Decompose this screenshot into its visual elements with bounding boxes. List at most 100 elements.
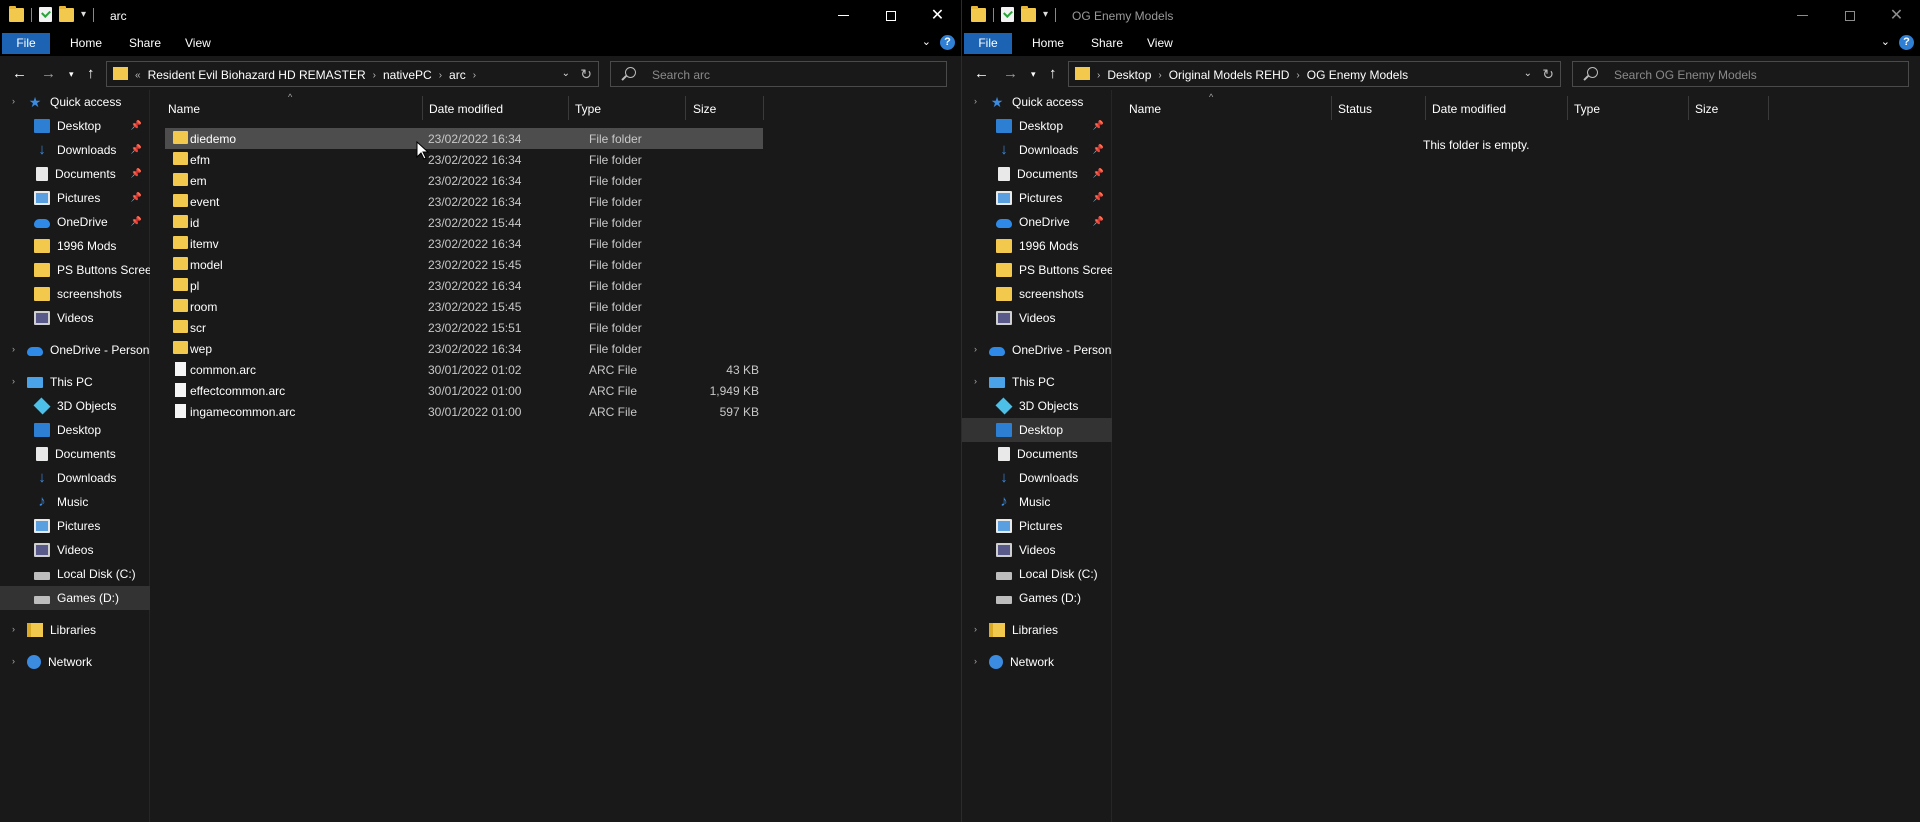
- column-name[interactable]: Name: [1129, 102, 1161, 116]
- column-divider[interactable]: [685, 96, 686, 120]
- customize-toolbar-icon[interactable]: ▾: [1043, 9, 1048, 20]
- back-arrow-icon[interactable]: ←: [974, 65, 989, 82]
- nav-3d-objects[interactable]: 3D Objects: [0, 394, 150, 418]
- pin-icon[interactable]: 📌: [1093, 216, 1104, 227]
- nav-documents[interactable]: Documents 📌: [0, 162, 150, 186]
- refresh-icon[interactable]: ↻: [1542, 66, 1554, 83]
- pin-icon[interactable]: 📌: [1093, 168, 1104, 179]
- nav-network[interactable]: › Network: [962, 650, 1112, 674]
- pin-icon[interactable]: 📌: [131, 168, 142, 179]
- nav-videos[interactable]: Videos: [962, 306, 1112, 330]
- nav-quick-access[interactable]: › ★ Quick access: [0, 90, 150, 114]
- close-button[interactable]: ✕: [914, 0, 961, 31]
- nav-pc-pictures[interactable]: Pictures: [962, 514, 1112, 538]
- forward-arrow-icon[interactable]: →: [41, 65, 56, 82]
- nav-pc-videos[interactable]: Videos: [0, 538, 150, 562]
- nav-pc-documents[interactable]: Documents: [0, 442, 150, 466]
- nav-local-disk-c[interactable]: Local Disk (C:): [0, 562, 150, 586]
- chevron-right-icon[interactable]: ›: [974, 376, 977, 386]
- chevron-right-icon[interactable]: ›: [974, 96, 977, 106]
- column-date[interactable]: Date modified: [429, 102, 503, 116]
- pin-icon[interactable]: 📌: [1093, 144, 1104, 155]
- chevron-right-icon[interactable]: ›: [12, 376, 15, 386]
- help-icon[interactable]: ?: [1899, 35, 1914, 50]
- chevron-down-icon[interactable]: ⌄: [1881, 35, 1890, 48]
- nav-3d-objects[interactable]: 3D Objects: [962, 394, 1112, 418]
- nav-this-pc[interactable]: › This PC: [0, 370, 150, 394]
- forward-arrow-icon[interactable]: →: [1003, 65, 1018, 82]
- tab-share[interactable]: Share: [129, 33, 161, 54]
- nav-screenshots[interactable]: screenshots: [0, 282, 150, 306]
- nav-pc-downloads[interactable]: ↓ Downloads: [0, 466, 150, 490]
- file-row[interactable]: effectcommon.arc 30/01/2022 01:00 ARC File…: [165, 380, 763, 401]
- nav-pc-desktop[interactable]: Desktop: [962, 418, 1112, 442]
- recent-locations-icon[interactable]: ▾: [69, 69, 74, 80]
- up-arrow-icon[interactable]: ↑: [1049, 65, 1057, 82]
- breadcrumb-item[interactable]: OG Enemy Models: [1307, 68, 1408, 82]
- column-type[interactable]: Type: [575, 102, 601, 116]
- chevron-down-icon[interactable]: ⌄: [922, 35, 931, 48]
- nav-onedrive[interactable]: OneDrive 📌: [0, 210, 150, 234]
- nav-music[interactable]: ♪ Music: [0, 490, 150, 514]
- nav-pictures[interactable]: Pictures 📌: [962, 186, 1112, 210]
- nav-local-disk-c[interactable]: Local Disk (C:): [962, 562, 1112, 586]
- new-folder-icon[interactable]: [1021, 5, 1036, 22]
- tab-share[interactable]: Share: [1091, 33, 1123, 54]
- column-divider[interactable]: [1768, 96, 1769, 120]
- breadcrumb-item[interactable]: Resident Evil Biohazard HD REMASTER: [148, 68, 366, 82]
- nav-videos[interactable]: Videos: [0, 306, 150, 330]
- properties-icon[interactable]: [39, 7, 52, 22]
- column-date[interactable]: Date modified: [1432, 102, 1506, 116]
- column-name[interactable]: Name: [168, 102, 200, 116]
- minimize-button[interactable]: [1779, 0, 1826, 31]
- address-bar[interactable]: « Resident Evil Biohazard HD REMASTER › …: [106, 61, 599, 87]
- file-row[interactable]: wep 23/02/2022 16:34 File folder: [165, 338, 763, 359]
- nav-games-d[interactable]: Games (D:): [962, 586, 1112, 610]
- customize-toolbar-icon[interactable]: ▾: [81, 9, 86, 20]
- breadcrumb-item[interactable]: Original Models REHD: [1169, 68, 1290, 82]
- column-divider[interactable]: [1688, 96, 1689, 120]
- file-row[interactable]: diedemo 23/02/2022 16:34 File folder: [165, 128, 763, 149]
- nav-1996-mods[interactable]: 1996 Mods: [0, 234, 150, 258]
- column-status[interactable]: Status: [1338, 102, 1372, 116]
- file-row[interactable]: event 23/02/2022 16:34 File folder: [165, 191, 763, 212]
- nav-desktop[interactable]: Desktop 📌: [0, 114, 150, 138]
- column-divider[interactable]: [1425, 96, 1426, 120]
- file-row[interactable]: pl 23/02/2022 16:34 File folder: [165, 275, 763, 296]
- column-size[interactable]: Size: [1695, 102, 1718, 116]
- title-bar[interactable]: ▾ OG Enemy Models ✕: [962, 0, 1920, 31]
- nav-quick-access[interactable]: › ★ Quick access: [962, 90, 1112, 114]
- column-size[interactable]: Size: [693, 102, 716, 116]
- nav-pc-pictures[interactable]: Pictures: [0, 514, 150, 538]
- properties-icon[interactable]: [1001, 7, 1014, 22]
- breadcrumb-overflow[interactable]: «: [135, 70, 141, 81]
- chevron-right-icon[interactable]: ›: [473, 70, 476, 81]
- chevron-right-icon[interactable]: ›: [974, 624, 977, 634]
- nav-games-d[interactable]: Games (D:): [0, 586, 150, 610]
- nav-this-pc[interactable]: › This PC: [962, 370, 1112, 394]
- pin-icon[interactable]: 📌: [1093, 192, 1104, 203]
- chevron-down-icon[interactable]: ⌄: [1524, 68, 1532, 79]
- nav-libraries[interactable]: › Libraries: [0, 618, 150, 642]
- file-row[interactable]: id 23/02/2022 15:44 File folder: [165, 212, 763, 233]
- up-arrow-icon[interactable]: ↑: [87, 65, 95, 82]
- file-row[interactable]: common.arc 30/01/2022 01:02 ARC File 43 KB: [165, 359, 763, 380]
- nav-desktop[interactable]: Desktop 📌: [962, 114, 1112, 138]
- nav-1996-mods[interactable]: 1996 Mods: [962, 234, 1112, 258]
- chevron-right-icon[interactable]: ›: [974, 344, 977, 354]
- file-row[interactable]: model 23/02/2022 15:45 File folder: [165, 254, 763, 275]
- column-divider[interactable]: [763, 96, 764, 120]
- chevron-right-icon[interactable]: ›: [373, 70, 376, 81]
- file-row[interactable]: ingamecommon.arc 30/01/2022 01:00 ARC File…: [165, 401, 763, 422]
- chevron-right-icon[interactable]: ›: [1097, 70, 1100, 81]
- tab-view[interactable]: View: [1147, 33, 1173, 54]
- chevron-right-icon[interactable]: ›: [12, 344, 15, 354]
- chevron-right-icon[interactable]: ›: [1296, 70, 1299, 81]
- column-divider[interactable]: [1331, 96, 1332, 120]
- nav-network[interactable]: › Network: [0, 650, 150, 674]
- nav-ps-buttons[interactable]: PS Buttons Screenshots: [0, 258, 150, 282]
- nav-onedrive-personal[interactable]: › OneDrive - Personal: [962, 338, 1112, 362]
- chevron-right-icon[interactable]: ›: [12, 656, 15, 666]
- chevron-down-icon[interactable]: ⌄: [562, 68, 570, 79]
- column-divider[interactable]: [568, 96, 569, 120]
